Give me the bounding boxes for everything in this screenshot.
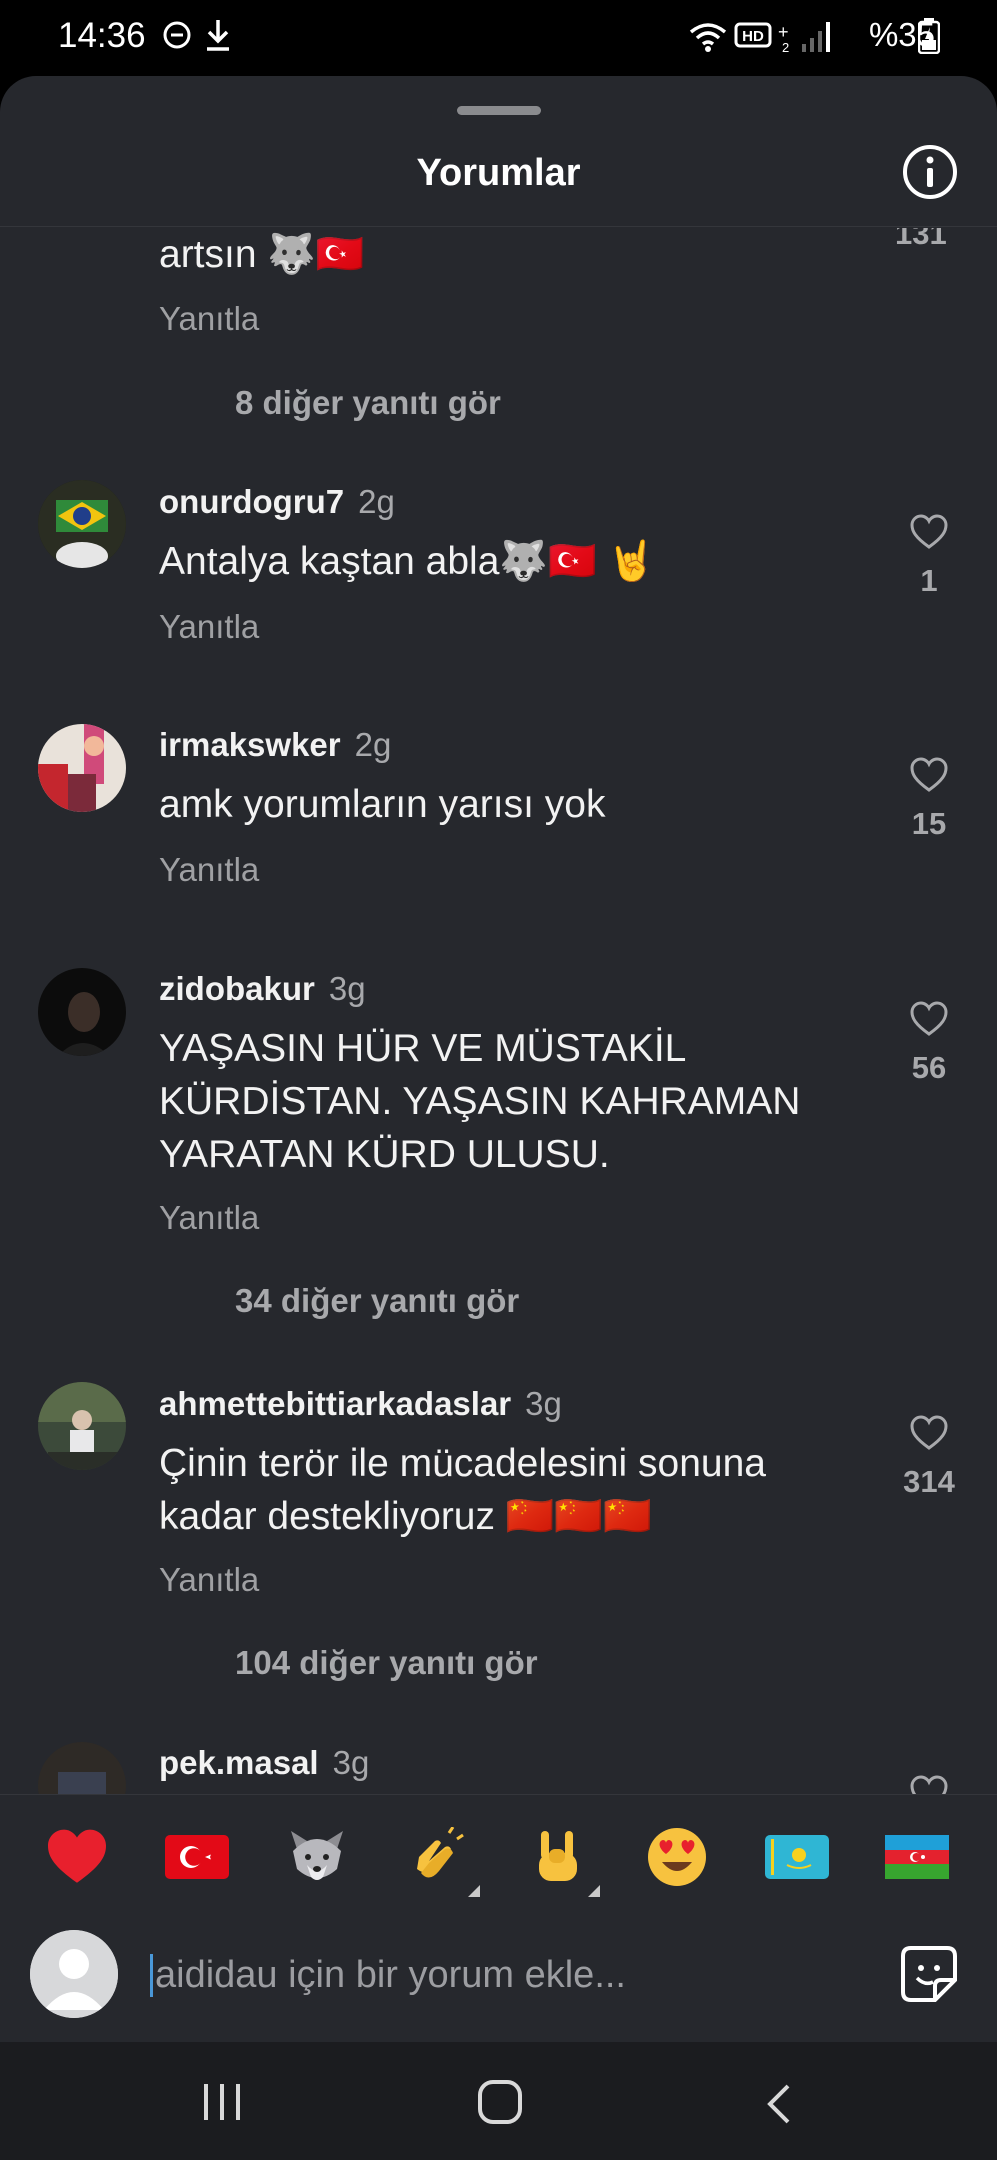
comment-input-row: aididau için bir yorum ekle... xyxy=(0,1914,997,2042)
username-text[interactable]: zidobakur xyxy=(159,970,315,1007)
reply-button[interactable]: Yanıtla xyxy=(159,1199,259,1237)
comment-text: YAŞASIN HÜR VE MÜSTAKİL KÜRDİSTAN. YAŞAS… xyxy=(159,1027,801,1176)
info-icon[interactable] xyxy=(901,143,959,201)
header-divider xyxy=(0,226,997,227)
username-text[interactable]: irmakswker xyxy=(159,726,341,763)
comment-username[interactable]: ahmettebittiarkadaslar 3g xyxy=(159,1385,562,1423)
status-time: 14:36 xyxy=(58,16,146,55)
reply-button[interactable]: Yanıtla xyxy=(159,851,259,889)
comment-text: amk yorumların yarısı yok xyxy=(159,783,606,826)
comment-text: Çinin terör ile mücadelesini sonuna kada… xyxy=(159,1442,766,1538)
comment-age: 3g xyxy=(525,1385,562,1422)
comment-text: artsın 🐺🇹🇷 xyxy=(159,233,365,276)
download-icon xyxy=(207,20,229,51)
heart-icon[interactable] xyxy=(910,757,948,793)
comment-text: Antalya kaştan abla🐺🇹🇷 🤘 xyxy=(159,540,656,583)
username-text[interactable]: ahmettebittiarkadaslar xyxy=(159,1385,511,1422)
user-avatar xyxy=(30,1930,118,2018)
comment-username[interactable]: irmakswker 2g xyxy=(159,726,391,764)
home-icon[interactable] xyxy=(476,2078,524,2126)
comment-age: 2g xyxy=(354,726,392,763)
username-text[interactable]: onurdogru7 xyxy=(159,483,344,520)
comments-list[interactable]: 131 artsın 🐺🇹🇷 Yanıtla 8 diğer yanıtı gö… xyxy=(0,228,997,1868)
emoji-kazakhstan-flag[interactable] xyxy=(762,1827,832,1887)
recent-apps-icon[interactable] xyxy=(198,2082,246,2122)
svg-text:+: + xyxy=(778,22,789,42)
avatar[interactable] xyxy=(38,968,126,1056)
emoji-azerbaijan-flag[interactable] xyxy=(882,1827,952,1887)
azerbaijan-flag-icon xyxy=(885,1835,949,1879)
do-not-disturb-icon xyxy=(163,21,191,49)
comments-sheet: Yorumlar 131 artsın 🐺🇹🇷 Yanıtla 8 diğer … xyxy=(0,76,997,2042)
comment-age: 2g xyxy=(358,483,395,520)
avatar[interactable] xyxy=(38,724,126,812)
hd-signal-icon: HD +2 xyxy=(734,22,789,54)
avatar-image xyxy=(38,1382,126,1470)
system-nav-bar xyxy=(0,2042,997,2160)
wifi-icon xyxy=(689,23,727,52)
heart-icon[interactable] xyxy=(910,1415,948,1451)
emoji-wolf[interactable] xyxy=(282,1827,352,1887)
variants-indicator xyxy=(588,1885,600,1897)
red-heart-icon xyxy=(48,1829,106,1883)
turkey-flag-icon xyxy=(165,1835,229,1879)
emoji-rock-on[interactable] xyxy=(522,1827,592,1887)
reply-button[interactable]: Yanıtla xyxy=(159,1561,259,1599)
sticker-icon[interactable] xyxy=(899,1944,959,2004)
drag-handle[interactable] xyxy=(457,106,541,115)
avatar[interactable] xyxy=(38,480,126,568)
emoji-turkey-flag[interactable] xyxy=(162,1827,232,1887)
like-count: 314 xyxy=(903,1464,955,1499)
emoji-quick-bar xyxy=(0,1794,997,1915)
default-avatar-icon xyxy=(30,1930,118,2018)
emoji-clapping[interactable] xyxy=(402,1827,472,1887)
cell-signal-icon xyxy=(802,22,830,52)
status-bar: 14:36 HD +2 %35 xyxy=(0,0,997,75)
svg-text:HD: HD xyxy=(742,28,764,45)
like-count-partial: 131 xyxy=(895,228,947,251)
wolf-face-icon xyxy=(291,1831,343,1880)
comment-username[interactable]: onurdogru7 2g xyxy=(159,483,395,521)
view-more-replies[interactable]: 8 diğer yanıtı gör xyxy=(235,384,501,422)
heart-eyes-face-icon xyxy=(648,1828,706,1886)
comment-username[interactable]: pek.masal 3g xyxy=(159,1744,369,1782)
variants-indicator xyxy=(468,1885,480,1897)
svg-text:2: 2 xyxy=(782,40,789,54)
view-more-replies[interactable]: 104 diğer yanıtı gör xyxy=(235,1644,538,1682)
comment-age: 3g xyxy=(332,1744,370,1781)
battery-icon xyxy=(918,18,940,54)
reply-button[interactable]: Yanıtla xyxy=(159,608,259,646)
avatar-image xyxy=(38,724,126,812)
like-count: 1 xyxy=(920,563,938,598)
username-text[interactable]: pek.masal xyxy=(159,1744,319,1781)
like-count: 56 xyxy=(911,1050,947,1085)
back-icon[interactable] xyxy=(762,2082,798,2126)
comment-age: 3g xyxy=(328,970,366,1007)
like-count: 15 xyxy=(911,806,947,841)
sheet-title: Yorumlar xyxy=(416,152,581,194)
view-more-replies[interactable]: 34 diğer yanıtı gör xyxy=(235,1282,519,1320)
sign-of-horns-icon xyxy=(539,1831,577,1881)
clapping-hands-icon xyxy=(417,1827,464,1878)
emoji-heart-eyes[interactable] xyxy=(642,1827,712,1887)
kazakhstan-flag-icon xyxy=(765,1835,829,1879)
avatar-image xyxy=(38,968,126,1056)
reply-button[interactable]: Yanıtla xyxy=(159,300,259,338)
emoji-red-heart[interactable] xyxy=(42,1827,112,1887)
avatar[interactable] xyxy=(38,1382,126,1470)
avatar-image xyxy=(38,480,126,568)
heart-icon[interactable] xyxy=(910,514,948,550)
comment-input[interactable]: aididau için bir yorum ekle... xyxy=(150,1954,626,1997)
comment-username[interactable]: zidobakur 3g xyxy=(159,970,366,1008)
heart-icon[interactable] xyxy=(910,1001,948,1037)
